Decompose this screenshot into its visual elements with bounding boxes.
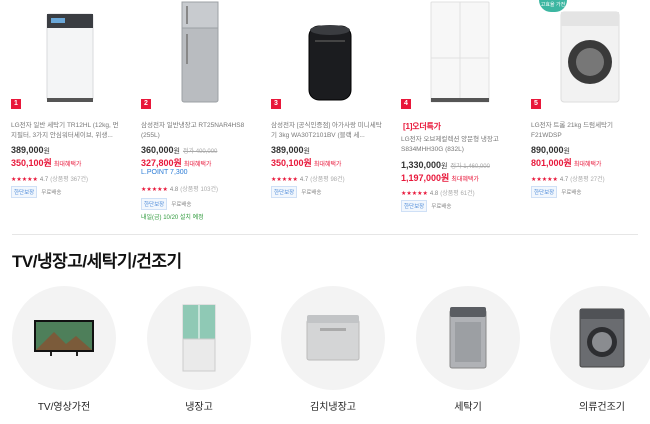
rating: ★★★★★ 4.7 (상품평 98건) xyxy=(271,177,345,183)
washing-machine-icon xyxy=(449,307,487,369)
category-refrigerator[interactable]: 냉장고 xyxy=(147,286,251,413)
category-label[interactable]: 의류건조기 xyxy=(550,398,650,413)
tag-badge: 한단보장 xyxy=(11,186,38,198)
tag-list: 한단보장 무료배송 xyxy=(141,198,193,210)
product-name[interactable]: 삼성전자 일반냉장고 RT25NAR4HS8 (255L) xyxy=(141,121,253,141)
rating: ★★★★★ 4.8 (상품평 103건) xyxy=(141,187,219,193)
product-card[interactable]: 2 삼성전자 일반냉장고 RT25NAR4HS8 (255L) 360,000원… xyxy=(130,0,260,232)
category-circle[interactable] xyxy=(12,286,116,390)
tag-badge: 한단보장 xyxy=(531,186,558,198)
category-circle[interactable] xyxy=(147,286,251,390)
category-kimchi-fridge[interactable]: 김치냉장고 xyxy=(281,286,385,413)
original-price: 389,000원 xyxy=(271,145,310,155)
category-label[interactable]: TV/영상가전 xyxy=(12,398,116,413)
star-icon: ★★★★★ xyxy=(11,177,38,183)
promo-badge: [1]오더특가 xyxy=(403,122,441,131)
tag-badge: 무료배송 xyxy=(171,202,192,208)
rank-badge: 5 xyxy=(531,99,541,109)
tag-list: 한단보장 무료배송 xyxy=(11,186,63,198)
category-label[interactable]: 냉장고 xyxy=(147,398,251,413)
delivery-info: 내일(금) 10/20 설치 예정 xyxy=(141,215,204,221)
tag-badge: 무료배송 xyxy=(431,204,452,210)
tag-badge: 무료배송 xyxy=(561,190,582,196)
category-circle[interactable] xyxy=(281,286,385,390)
tv-icon xyxy=(34,320,94,356)
tag-list: 한단보장 무료배송 xyxy=(271,186,323,198)
rank-badge: 3 xyxy=(271,99,281,109)
product-name[interactable]: 삼성전자 [공식인증점] 아가사랑 미니세탁기 3kg WA30T2101BV … xyxy=(271,121,383,141)
category-tv[interactable]: TV/영상가전 xyxy=(12,286,116,413)
sale-price: 327,800원 최대혜택가 xyxy=(141,158,212,168)
original-price: 1,330,000원 정가 1,460,000 xyxy=(401,160,490,170)
product-card[interactable]: 3 삼성전자 [공식인증점] 아가사랑 미니세탁기 3kg WA30T2101B… xyxy=(260,0,390,232)
rank-badge: 4 xyxy=(401,99,411,109)
product-name[interactable]: LG전자 일반 세탁기 TR12HL (12kg, 먼지필터, 3가지 안심워터… xyxy=(11,121,123,141)
section-divider xyxy=(12,234,638,235)
washer-image[interactable] xyxy=(34,4,106,104)
refrigerator-image[interactable] xyxy=(164,1,236,104)
original-price: 389,000원 xyxy=(11,145,50,155)
section-title: TV/냉장고/세탁기/건조기 xyxy=(12,252,182,271)
sale-price: 1,197,000원 최대혜택가 xyxy=(401,173,479,183)
sale-price: 801,000원 최대혜택가 xyxy=(531,158,602,168)
rank-badge: 2 xyxy=(141,99,151,109)
rank-badge: 1 xyxy=(11,99,21,109)
category-label[interactable]: 세탁기 xyxy=(416,398,520,413)
washer-image[interactable] xyxy=(554,4,626,104)
product-name[interactable]: LG전자 오브제컬렉션 양문형 냉장고 S834MHH30G (832L) xyxy=(401,135,513,155)
category-dryer[interactable]: 의류건조기 xyxy=(550,286,650,413)
tag-list: 한단보장 무료배송 xyxy=(531,186,583,198)
sale-price: 350,100원 최대혜택가 xyxy=(11,158,82,168)
dryer-icon xyxy=(579,308,625,368)
lpoint-label: L.POINT 7,300 xyxy=(141,169,188,176)
star-icon: ★★★★★ xyxy=(271,177,298,183)
original-price: 360,000원 정가 400,000 xyxy=(141,145,218,155)
sale-price: 350,100원 최대혜택가 xyxy=(271,158,342,168)
category-washing-machine[interactable]: 세탁기 xyxy=(416,286,520,413)
tag-badge: 한단보장 xyxy=(141,198,168,210)
category-circle[interactable] xyxy=(550,286,650,390)
product-card[interactable]: 4 LG전자 오브제컬렉션 양문형 냉장고 S834MHH30G (832L) … xyxy=(390,0,520,232)
star-icon: ★★★★★ xyxy=(141,187,168,193)
tag-badge: 한단보장 xyxy=(401,200,428,212)
original-price: 890,000원 xyxy=(531,145,570,155)
washer-image[interactable] xyxy=(294,4,366,104)
product-name[interactable]: LG전자 트롬 21kg 드럼세탁기 F21WDSP xyxy=(531,121,643,141)
product-card[interactable]: 5 LG전자 트롬 21kg 드럼세탁기 F21WDSP 890,000원 80… xyxy=(520,0,650,232)
rating: ★★★★★ 4.7 (상품평 367건) xyxy=(11,177,89,183)
rating: ★★★★★ 4.7 (상품평 27건) xyxy=(531,177,605,183)
tag-badge: 무료배송 xyxy=(41,190,62,196)
category-label[interactable]: 김치냉장고 xyxy=(281,398,385,413)
star-icon: ★★★★★ xyxy=(401,191,428,197)
tag-badge: 무료배송 xyxy=(301,190,322,196)
kimchi-fridge-icon xyxy=(306,315,360,361)
tag-list: 한단보장 무료배송 xyxy=(401,200,453,212)
rating: ★★★★★ 4.8 (상품평 61건) xyxy=(401,191,475,197)
product-card[interactable]: 1 LG전자 일반 세탁기 TR12HL (12kg, 먼지필터, 3가지 안심… xyxy=(0,0,130,232)
product-list: 1 LG전자 일반 세탁기 TR12HL (12kg, 먼지필터, 3가지 안심… xyxy=(0,0,650,232)
star-icon: ★★★★★ xyxy=(531,177,558,183)
category-list: TV/영상가전 냉장고 김치냉장고 세탁기 의류건조기 xyxy=(0,286,650,416)
category-circle[interactable] xyxy=(416,286,520,390)
tag-badge: 한단보장 xyxy=(271,186,298,198)
refrigerator-icon xyxy=(182,304,216,372)
refrigerator-image[interactable] xyxy=(424,1,496,104)
